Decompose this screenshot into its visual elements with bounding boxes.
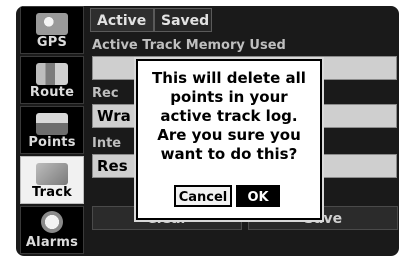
sidebar-item-gps[interactable]: GPS bbox=[20, 6, 84, 54]
satellite-icon bbox=[36, 13, 68, 35]
record-mode-label: Rec bbox=[92, 86, 119, 101]
sidebar-item-label: Track bbox=[32, 185, 72, 200]
sidebar-item-label: Points bbox=[28, 135, 76, 150]
active-track-memory-label: Active Track Memory Used bbox=[92, 38, 286, 53]
device-screen: GPS Route Points Track Alarms Active Sav… bbox=[16, 6, 399, 256]
sidebar: GPS Route Points Track Alarms bbox=[16, 6, 88, 256]
record-mode-value: Wra bbox=[97, 107, 131, 125]
alarm-clock-icon bbox=[41, 211, 63, 233]
route-icon bbox=[36, 63, 68, 85]
sidebar-item-track[interactable]: Track bbox=[20, 156, 84, 204]
sidebar-item-route[interactable]: Route bbox=[20, 56, 84, 104]
dialog-message: This will delete all points in your acti… bbox=[152, 69, 306, 163]
tab-active[interactable]: Active bbox=[90, 8, 154, 32]
track-icon bbox=[36, 163, 68, 185]
interval-label: Inte bbox=[92, 136, 122, 151]
interval-value: Res bbox=[97, 157, 128, 175]
ok-button[interactable]: OK bbox=[236, 185, 280, 207]
tab-saved[interactable]: Saved bbox=[154, 8, 212, 32]
sidebar-item-label: Alarms bbox=[25, 235, 79, 250]
cancel-button[interactable]: Cancel bbox=[174, 185, 232, 207]
confirm-dialog: This will delete all points in your acti… bbox=[136, 59, 322, 220]
sidebar-item-alarms[interactable]: Alarms bbox=[20, 206, 84, 254]
tab-bar: Active Saved bbox=[90, 8, 399, 32]
sidebar-item-label: GPS bbox=[36, 35, 68, 50]
sidebar-item-points[interactable]: Points bbox=[20, 106, 84, 154]
sidebar-item-label: Route bbox=[29, 85, 75, 100]
waypoints-icon bbox=[36, 113, 68, 135]
